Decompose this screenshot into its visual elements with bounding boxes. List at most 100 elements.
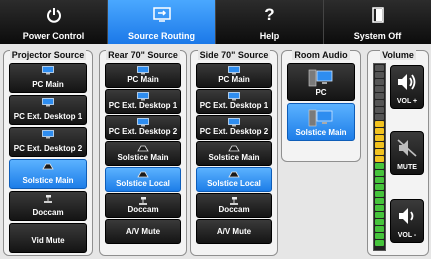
projector-source-button[interactable]: Solstice Main	[9, 159, 87, 189]
panel-title: Volume	[380, 50, 416, 60]
volume-meter-segment	[375, 149, 384, 155]
rear-source-panel: Rear 70" Source PC Main PC Ext. Desktop 1…	[99, 50, 187, 256]
rear-source-button[interactable]: Solstice Main	[105, 141, 181, 166]
doccam-icon	[197, 196, 271, 205]
volume-meter-segment	[375, 205, 384, 211]
source-button-label: PC Ext. Desktop 2	[13, 144, 83, 153]
nav-label: System Off	[353, 31, 402, 41]
mute-button[interactable]: MUTE	[390, 131, 424, 175]
panel-title: Room Audio	[292, 50, 350, 60]
source-button-label: Solstice Main	[208, 153, 260, 162]
volume-meter-segment	[375, 72, 384, 78]
volume-meter-segment	[375, 191, 384, 197]
monitor-icon	[197, 118, 271, 127]
projector-source-button[interactable]: PC Main	[9, 63, 87, 93]
source-button-label: Doccam	[218, 205, 250, 214]
volume-up-button[interactable]: VOL +	[390, 65, 424, 109]
monitor-icon	[106, 92, 180, 101]
source-button-label: PC Ext. Desktop 2	[108, 127, 178, 136]
room-audio-label: PC	[315, 88, 327, 97]
projector-source-button[interactable]: Doccam	[9, 191, 87, 221]
solstice-icon	[197, 170, 271, 179]
room-audio-button[interactable]: Solstice Main	[287, 103, 355, 141]
projector-source-button[interactable]: PC Ext. Desktop 2	[9, 127, 87, 157]
projector-source-button[interactable]: Vid Mute	[9, 223, 87, 253]
mute-label: MUTE	[397, 164, 417, 171]
pc-tower-icon	[288, 68, 354, 88]
volume-down-label: VOL -	[397, 232, 417, 239]
monitor-icon	[106, 66, 180, 75]
volume-meter-segment	[375, 212, 384, 218]
rear-source-buttons: PC Main PC Ext. Desktop 1 PC Ext. Desktop …	[105, 63, 181, 245]
volume-meter-segment	[375, 121, 384, 127]
volume-meter-segment	[375, 114, 384, 120]
source-button-label: Solstice Local	[116, 179, 170, 188]
panel-title: Rear 70" Source	[106, 50, 180, 60]
projector-source-button[interactable]: PC Ext. Desktop 1	[9, 95, 87, 125]
volume-meter-segment	[375, 142, 384, 148]
speaker-low-icon	[391, 206, 423, 226]
volume-meter-segment	[375, 163, 384, 169]
volume-down-button[interactable]: VOL -	[390, 199, 424, 243]
nav-power-control[interactable]: Power Control	[0, 0, 108, 44]
source-button-label: A/V Mute	[125, 227, 161, 236]
nav-help[interactable]: ? Help	[216, 0, 324, 44]
panel-title: Side 70" Source	[197, 50, 271, 60]
volume-meter-segment	[375, 198, 384, 204]
side-source-button[interactable]: PC Ext. Desktop 2	[196, 115, 272, 140]
side-source-button[interactable]: Solstice Local	[196, 167, 272, 192]
rear-source-button[interactable]: PC Ext. Desktop 2	[105, 115, 181, 140]
source-button-label: Solstice Main	[22, 176, 74, 185]
rear-source-button[interactable]: Doccam	[105, 193, 181, 218]
side-source-button[interactable]: PC Ext. Desktop 1	[196, 89, 272, 114]
pc-tower-icon	[288, 108, 354, 128]
source-button-label: PC Ext. Desktop 2	[199, 127, 269, 136]
volume-meter-segment	[375, 170, 384, 176]
source-button-label: Doccam	[32, 208, 64, 217]
side-source-button[interactable]: PC Main	[196, 63, 272, 88]
routing-icon	[108, 5, 215, 25]
rear-source-button[interactable]: Solstice Local	[105, 167, 181, 192]
volume-meter-segment	[375, 226, 384, 232]
source-button-label: PC Ext. Desktop 1	[108, 101, 178, 110]
nav-source-routing[interactable]: Source Routing	[108, 0, 216, 44]
rear-source-button[interactable]: A/V Mute	[105, 219, 181, 244]
help-icon: ?	[264, 5, 275, 24]
nav-system-off[interactable]: System Off	[324, 0, 431, 44]
volume-meter-segment	[375, 219, 384, 225]
power-icon	[0, 5, 107, 25]
source-button-label: PC Ext. Desktop 1	[13, 112, 83, 121]
volume-meter-segment	[375, 128, 384, 134]
source-button-label: PC Main	[218, 75, 250, 84]
monitor-icon	[10, 66, 86, 75]
blank-icon	[10, 226, 86, 235]
source-button-label: Doccam	[127, 205, 159, 214]
volume-meter-segment	[375, 86, 384, 92]
nav-label: Power Control	[22, 31, 85, 41]
source-button-label: Solstice Main	[117, 153, 169, 162]
side-source-button[interactable]: Doccam	[196, 193, 272, 218]
side-source-button[interactable]: Solstice Main	[196, 141, 272, 166]
solstice-icon	[106, 170, 180, 179]
side-source-button[interactable]: A/V Mute	[196, 219, 272, 244]
monitor-icon	[10, 98, 86, 107]
source-button-label: PC Ext. Desktop 1	[199, 101, 269, 110]
side-source-panel: Side 70" Source PC Main PC Ext. Desktop 1…	[190, 50, 278, 256]
room-audio-buttons: PC Solstice Main	[287, 63, 355, 143]
volume-meter-segment	[375, 184, 384, 190]
source-button-label: PC Main	[32, 80, 64, 89]
speaker-loud-icon	[391, 72, 423, 92]
top-navigation: Power Control Source Routing ? Help Syst…	[0, 0, 431, 44]
volume-meter-segment	[375, 100, 384, 106]
room-audio-button[interactable]: PC	[287, 63, 355, 101]
rear-source-button[interactable]: PC Main	[105, 63, 181, 88]
monitor-icon	[197, 92, 271, 101]
source-button-label: Solstice Local	[207, 179, 261, 188]
volume-panel: Volume VOL + MUTE VOL -	[367, 50, 429, 256]
projector-source-panel: Projector Source PC Main PC Ext. Desktop …	[3, 50, 93, 256]
panel-title: Projector Source	[9, 50, 87, 60]
monitor-icon	[10, 130, 86, 139]
volume-meter-segment	[375, 156, 384, 162]
rear-source-button[interactable]: PC Ext. Desktop 1	[105, 89, 181, 114]
volume-up-label: VOL +	[396, 98, 418, 105]
